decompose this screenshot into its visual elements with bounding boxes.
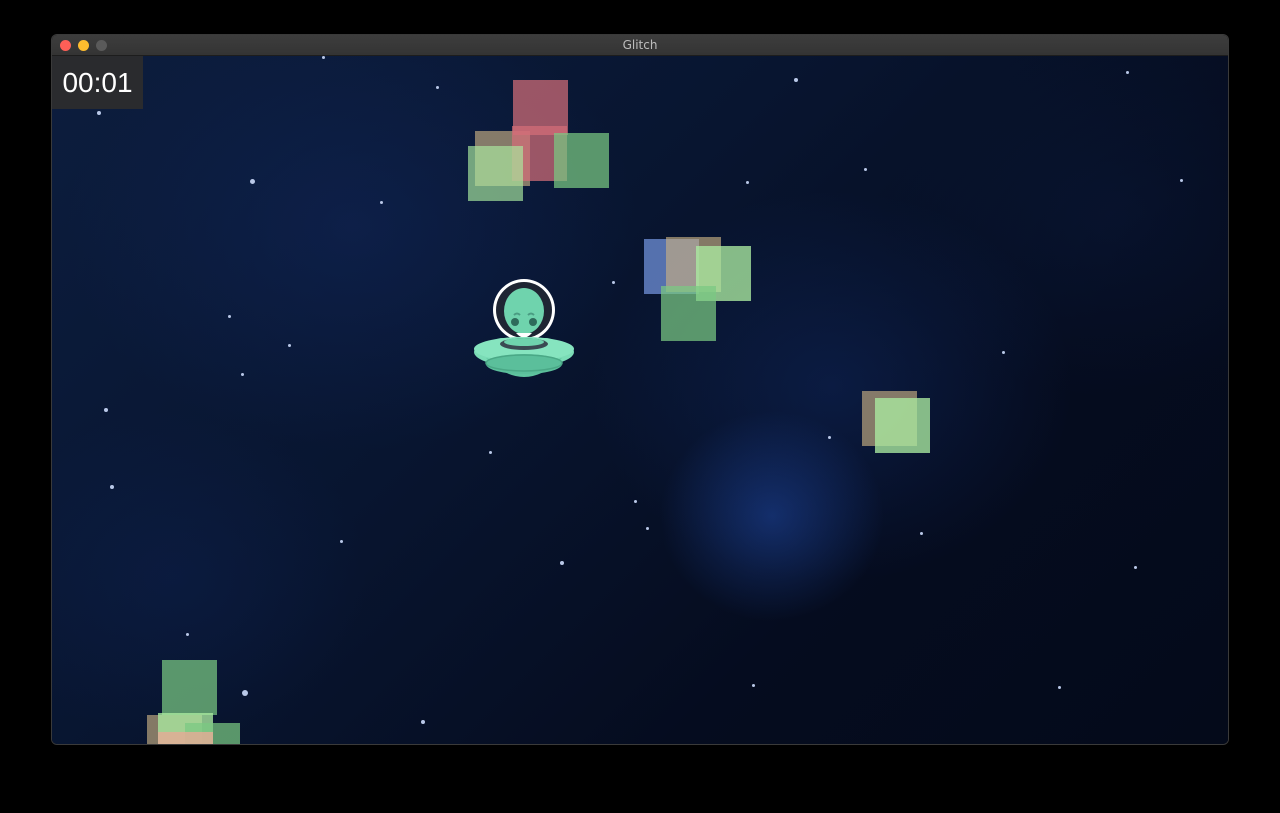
star — [1180, 179, 1183, 182]
star — [421, 720, 425, 724]
star — [241, 373, 244, 376]
game-canvas[interactable]: 00:01 — [52, 56, 1228, 744]
star — [920, 532, 923, 535]
elapsed-timer: 00:01 — [52, 56, 143, 109]
star — [752, 684, 755, 687]
alien-ufo-icon — [474, 279, 574, 377]
star — [97, 111, 101, 115]
star — [1134, 566, 1137, 569]
star — [828, 436, 831, 439]
glitch-block — [162, 660, 217, 715]
star — [322, 56, 325, 59]
glitch-block — [468, 146, 523, 201]
star — [746, 181, 749, 184]
star — [380, 201, 383, 204]
glitch-block — [158, 732, 213, 744]
star — [436, 86, 439, 89]
player-ufo[interactable] — [472, 278, 576, 390]
star — [864, 168, 867, 171]
star — [340, 540, 343, 543]
star — [612, 281, 615, 284]
star — [794, 78, 798, 82]
star — [1058, 686, 1061, 689]
glitch-block — [554, 133, 609, 188]
star — [288, 344, 291, 347]
star — [110, 485, 114, 489]
star — [489, 451, 492, 454]
star — [228, 315, 231, 318]
glitch-block — [661, 286, 716, 341]
star — [242, 690, 248, 696]
window-title: Glitch — [622, 38, 658, 52]
glitch-block — [875, 398, 930, 453]
star — [250, 179, 255, 184]
star — [560, 561, 564, 565]
game-window: Glitch 00:01 — [52, 35, 1228, 744]
star — [186, 633, 189, 636]
star — [1002, 351, 1005, 354]
star — [646, 527, 649, 530]
star — [634, 500, 637, 503]
star — [1126, 71, 1129, 74]
star — [104, 408, 108, 412]
title-bar[interactable]: Glitch — [52, 35, 1228, 56]
